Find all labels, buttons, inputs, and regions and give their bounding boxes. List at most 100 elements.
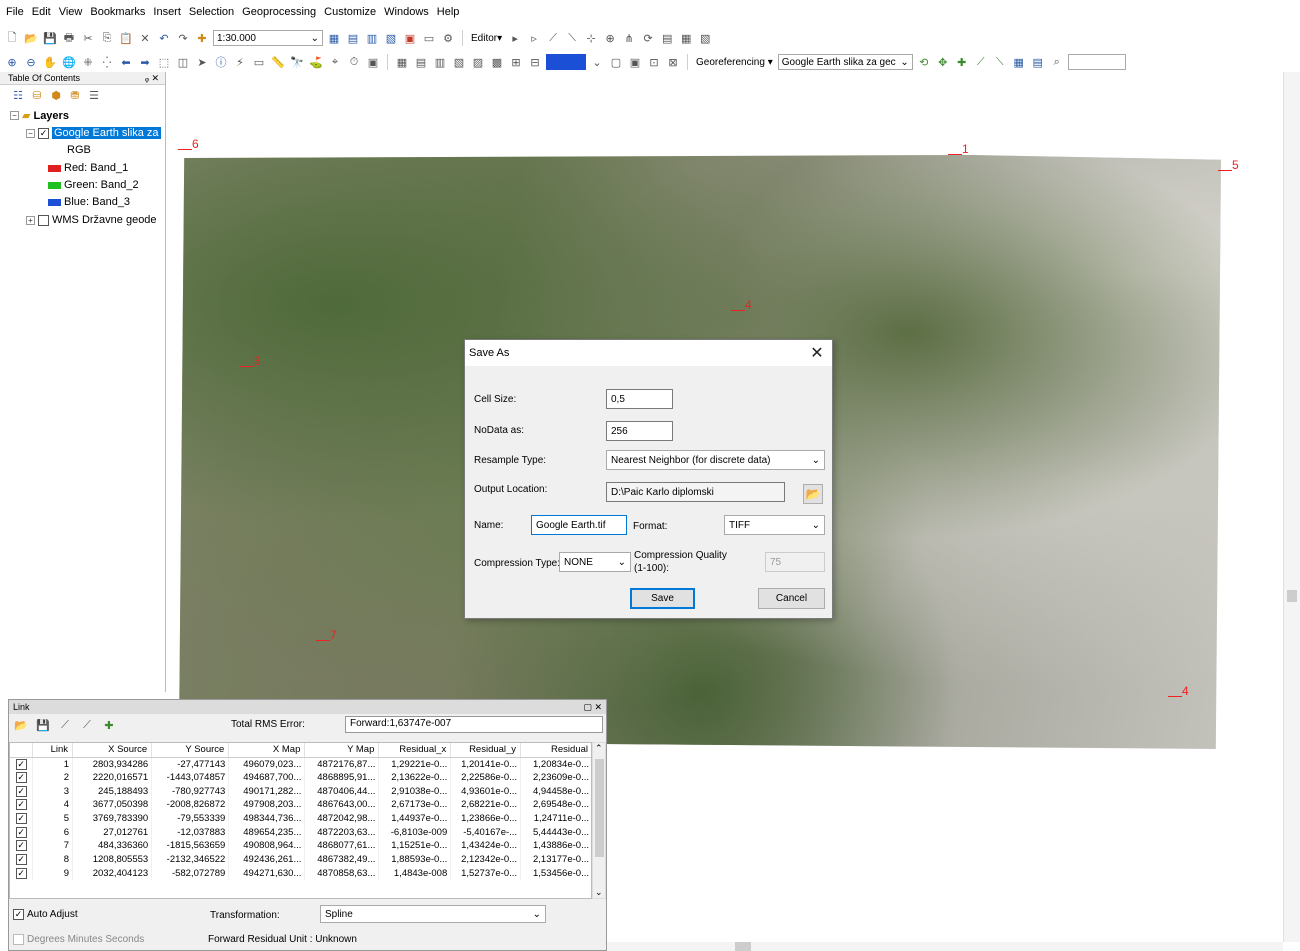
view-link-table-icon[interactable]: ▦ — [1011, 54, 1027, 70]
save-links-icon[interactable]: 💾 — [35, 717, 51, 733]
layer-name-selected[interactable]: Google Earth slika za — [52, 127, 161, 139]
cell-size-input[interactable]: 0,5 — [606, 389, 673, 409]
python-icon[interactable]: ▭ — [421, 30, 437, 46]
table-row[interactable]: ✓ 8 1208,805553 -2132,346522 492436,261... 48… — [10, 852, 591, 867]
editor-toolbar-icon[interactable]: ▦ — [326, 30, 342, 46]
toc-layer-wms[interactable]: + WMS Državne geode — [26, 214, 157, 226]
layout-tool-6-icon[interactable]: ▩ — [489, 54, 505, 70]
link-enabled-checkbox[interactable]: ✓ — [15, 826, 27, 838]
row-checkbox-cell[interactable]: ✓ — [10, 866, 34, 881]
fixed-zoom-out-icon[interactable]: ⁛ — [99, 54, 115, 70]
auto-adjust-row[interactable]: ✓ Auto Adjust — [13, 909, 78, 920]
time-slider-icon[interactable]: ⏱ — [346, 54, 362, 70]
fixed-zoom-in-icon[interactable]: ⁜ — [80, 54, 96, 70]
menu-item-help[interactable]: Help — [437, 6, 460, 18]
toc-layer-google-earth[interactable]: − ✓ Google Earth slika za — [26, 127, 161, 139]
save-button[interactable]: Save — [630, 588, 695, 609]
link-enabled-checkbox[interactable]: ✓ — [15, 799, 27, 811]
save-icon[interactable]: 💾 — [42, 30, 58, 46]
control-point-4b[interactable]: 4 — [1168, 684, 1189, 698]
table-row[interactable]: ✓ 6 27,012761 -12,037883 489654,235... 487220… — [10, 825, 591, 840]
dms-checkbox[interactable] — [13, 934, 24, 945]
layout-tool-10-icon[interactable]: ▣ — [627, 54, 643, 70]
go-to-xy-icon[interactable]: ⌖ — [327, 54, 343, 70]
viewer-window-icon[interactable]: ▣ — [365, 54, 381, 70]
collapse-icon[interactable]: − — [10, 111, 19, 120]
col-residual-y[interactable]: Residual_y — [450, 743, 522, 758]
select-features-icon[interactable]: ⬚ — [156, 54, 172, 70]
layout-tool-12-icon[interactable]: ⊠ — [665, 54, 681, 70]
identify-icon[interactable]: ⓘ — [213, 54, 229, 70]
col-y-source[interactable]: Y Source — [151, 743, 230, 758]
list-by-visibility-icon[interactable]: ⬢ — [48, 87, 64, 103]
collapse-icon[interactable]: − — [26, 128, 35, 138]
add-control-points-icon[interactable]: ✚ — [954, 54, 970, 70]
layer-visibility-checkbox[interactable] — [38, 214, 49, 226]
menu-item-bookmarks[interactable]: Bookmarks — [90, 6, 145, 18]
expand-icon[interactable]: + — [26, 215, 35, 225]
auto-adjust-checkbox[interactable]: ✓ — [13, 909, 24, 920]
layout-tool-9-icon[interactable]: ▢ — [608, 54, 624, 70]
cut-icon[interactable]: ✂ — [80, 30, 96, 46]
layout-tool-4-icon[interactable]: ▧ — [451, 54, 467, 70]
magnifier-icon[interactable]: ⌕ — [1049, 54, 1065, 70]
control-point-5[interactable]: 5 — [1218, 158, 1239, 172]
menu-item-insert[interactable]: Insert — [153, 6, 181, 18]
row-checkbox-cell[interactable]: ✓ — [10, 757, 34, 771]
hyperlink-icon[interactable]: ⚡ — [232, 54, 248, 70]
create-features-icon[interactable]: ▧ — [697, 30, 713, 46]
catalog-icon[interactable]: ▥ — [364, 30, 380, 46]
delete-icon[interactable]: ✕ — [137, 30, 153, 46]
link-enabled-checkbox[interactable]: ✓ — [15, 813, 27, 825]
toc-window-icon[interactable]: ▤ — [345, 30, 361, 46]
resample-type-select[interactable]: Nearest Neighbor (for discrete data) ⌄ — [606, 450, 825, 470]
layout-tool-3-icon[interactable]: ▥ — [432, 54, 448, 70]
menu-item-file[interactable]: File — [6, 6, 24, 18]
map-vertical-scrollbar[interactable] — [1283, 72, 1300, 942]
pan-icon[interactable]: ✋ — [42, 54, 58, 70]
cancel-button[interactable]: Cancel — [758, 588, 825, 609]
scroll-thumb[interactable] — [735, 942, 751, 951]
load-links-icon[interactable]: 📂 — [13, 717, 29, 733]
compression-type-select[interactable]: NONE ⌄ — [559, 552, 631, 572]
shift-georef-icon[interactable]: ✥ — [935, 54, 951, 70]
table-row[interactable]: ✓ 7 484,336360 -1815,563659 490808,964... 486… — [10, 839, 591, 853]
layout-tool-2-icon[interactable]: ▤ — [413, 54, 429, 70]
measure-icon[interactable]: 📏 — [270, 54, 286, 70]
arctoolbox-icon[interactable]: ▣ — [402, 30, 418, 46]
control-point-6[interactable]: 6 — [178, 137, 199, 151]
paste-icon[interactable]: 📋 — [118, 30, 134, 46]
toc-options-icon[interactable]: ☰ — [86, 87, 102, 103]
col-x-source[interactable]: X Source — [72, 743, 153, 758]
delete-link-icon[interactable]: ⟋ — [57, 717, 73, 733]
redo-icon[interactable]: ↷ — [175, 30, 191, 46]
open-icon[interactable]: 📂 — [23, 30, 39, 46]
link-enabled-checkbox[interactable]: ✓ — [15, 758, 27, 770]
col-residual[interactable]: Residual — [520, 743, 591, 758]
search-window-icon[interactable]: ▧ — [383, 30, 399, 46]
scroll-thumb[interactable] — [595, 759, 604, 857]
add-data-icon[interactable]: ✚ — [194, 30, 210, 46]
row-checkbox-cell[interactable]: ✓ — [10, 811, 34, 826]
control-point-3[interactable]: 3 — [240, 354, 261, 368]
link-enabled-checkbox[interactable]: ✓ — [15, 854, 27, 866]
go-forward-icon[interactable]: ➡ — [137, 54, 153, 70]
table-row[interactable]: ✓ 2 2220,016571 -1443,074857 494687,700... 48… — [10, 770, 591, 785]
new-document-icon[interactable]: 🗋 — [4, 30, 20, 46]
zoom-out-icon[interactable]: ⊖ — [23, 54, 39, 70]
point-icon[interactable]: ⊕ — [602, 30, 618, 46]
link-enabled-checkbox[interactable]: ✓ — [15, 840, 27, 852]
link-enabled-checkbox[interactable]: ✓ — [15, 785, 27, 797]
find-icon[interactable]: 🔭 — [289, 54, 305, 70]
table-row[interactable]: ✓ 9 2032,404123 -582,072789 494271,630... 487… — [10, 866, 591, 881]
select-elements-icon[interactable]: ➤ — [194, 54, 210, 70]
table-row[interactable]: ✓ 1 2803,934286 -27,477143 496079,023... 4872… — [10, 757, 591, 771]
row-checkbox-cell[interactable]: ✓ — [10, 798, 34, 812]
transformation-select[interactable]: Spline ⌄ — [320, 905, 546, 923]
col-residual-x[interactable]: Residual_x — [378, 743, 452, 758]
table-row[interactable]: ✓ 3 245,188493 -780,927743 490171,282... 4870… — [10, 784, 591, 799]
output-location-input[interactable]: D:\Paic Karlo diplomski — [606, 482, 785, 502]
rotate-icon[interactable]: ⟳ — [640, 30, 656, 46]
menu-item-customize[interactable]: Customize — [324, 6, 376, 18]
control-point-4a[interactable]: 4 — [731, 298, 752, 312]
